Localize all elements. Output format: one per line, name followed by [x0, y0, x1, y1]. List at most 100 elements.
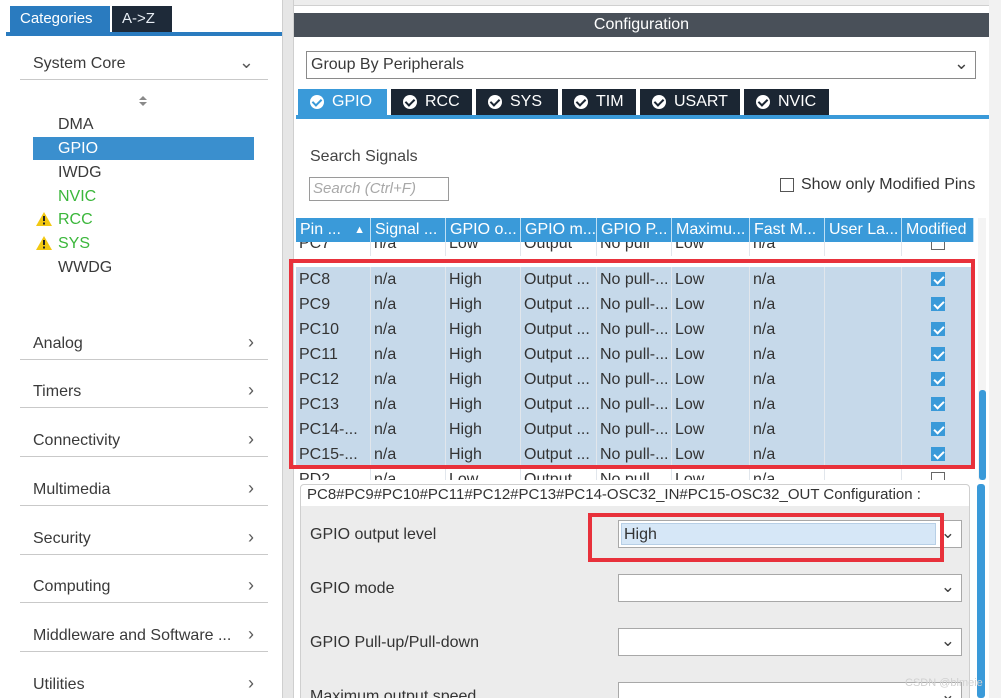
- field-dropdown-2[interactable]: ⌄: [618, 628, 962, 656]
- peripheral-item-rcc[interactable]: RCC: [33, 208, 254, 231]
- search-input[interactable]: Search (Ctrl+F): [309, 177, 449, 201]
- column-header-7[interactable]: User La...: [825, 218, 902, 242]
- column-header-8[interactable]: Modified: [902, 218, 974, 242]
- peripheral-item-sys[interactable]: SYS: [33, 232, 254, 255]
- category-label: System Core: [33, 55, 126, 72]
- peripheral-item-iwdg[interactable]: IWDG: [33, 161, 254, 184]
- field-dropdown-1[interactable]: ⌄: [618, 574, 962, 602]
- peripheral-item-nvic[interactable]: NVIC: [33, 185, 254, 208]
- cell-mode: Output ...: [521, 442, 597, 467]
- modified-checkbox[interactable]: [931, 347, 945, 361]
- modified-checkbox[interactable]: [931, 272, 945, 286]
- modified-checkbox[interactable]: [931, 372, 945, 386]
- column-header-label: Signal ...: [375, 221, 438, 238]
- table-row[interactable]: PC14-... n/a High Output ... No pull-... Low n…: [296, 417, 974, 442]
- category-multimedia[interactable]: Multimedia ›: [20, 478, 268, 506]
- column-header-2[interactable]: GPIO o...: [446, 218, 521, 242]
- category-middleware[interactable]: Middleware and Software ... ›: [20, 624, 268, 652]
- peripheral-item-wwdg[interactable]: WWDG: [33, 256, 254, 279]
- category-label: Multimedia: [33, 481, 111, 498]
- column-header-label: Pin ...: [300, 221, 341, 238]
- category-analog[interactable]: Analog ›: [20, 332, 268, 360]
- show-modified-label: Show only Modified Pins: [801, 176, 976, 193]
- check-circle-icon: [403, 95, 417, 109]
- cell-level: High: [446, 267, 521, 292]
- modified-checkbox[interactable]: [931, 422, 945, 436]
- sort-icon[interactable]: [136, 94, 150, 108]
- group-by-dropdown[interactable]: Group By Peripherals ⌄: [306, 51, 976, 79]
- cell-speed: Low: [672, 392, 750, 417]
- chevron-right-icon: ›: [248, 527, 254, 547]
- panel-splitter[interactable]: [282, 0, 294, 698]
- chevron-down-icon: ⌄: [940, 577, 955, 596]
- category-timers[interactable]: Timers ›: [20, 380, 268, 408]
- field-dropdown-0[interactable]: High ⌄: [618, 520, 962, 548]
- cell-pull: No pull-...: [597, 442, 672, 467]
- field-value: [621, 685, 623, 698]
- peripheral-item-gpio[interactable]: GPIO: [33, 137, 254, 160]
- check-circle-icon: [310, 95, 324, 109]
- category-label: Middleware and Software ...: [33, 627, 232, 644]
- category-connectivity[interactable]: Connectivity ›: [20, 429, 268, 457]
- cell-speed: Low: [672, 467, 750, 480]
- table-row[interactable]: PC10 n/a High Output ... No pull-... Low n/a: [296, 317, 974, 342]
- table-row[interactable]: PC7 n/a Low Output No pull Low n/a: [296, 242, 974, 256]
- modified-checkbox[interactable]: [931, 242, 945, 250]
- chevron-right-icon: ›: [248, 575, 254, 595]
- top-strip: [294, 0, 989, 6]
- column-header-label: GPIO m...: [525, 221, 597, 238]
- show-modified-checkbox[interactable]: [780, 178, 794, 192]
- column-header-3[interactable]: GPIO m...: [521, 218, 597, 242]
- table-row[interactable]: PC9 n/a High Output ... No pull-... Low n/a: [296, 292, 974, 317]
- column-header-1[interactable]: Signal ...: [371, 218, 446, 242]
- modified-checkbox[interactable]: [931, 472, 945, 480]
- tab-a-to-z[interactable]: A->Z: [112, 6, 172, 32]
- tab-sys[interactable]: SYS: [476, 89, 558, 115]
- column-header-4[interactable]: GPIO P...: [597, 218, 672, 242]
- cell-fast: n/a: [750, 242, 825, 256]
- modified-checkbox[interactable]: [931, 397, 945, 411]
- category-label: Timers: [33, 383, 82, 400]
- column-header-5[interactable]: Maximu...: [672, 218, 750, 242]
- modified-checkbox[interactable]: [931, 297, 945, 311]
- warning-icon: [36, 236, 52, 250]
- tab-usart[interactable]: USART: [640, 89, 740, 115]
- peripheral-label: SYS: [58, 235, 91, 252]
- tab-gpio[interactable]: GPIO: [298, 89, 387, 115]
- tab-nvic[interactable]: NVIC: [744, 89, 829, 115]
- column-header-label: GPIO o...: [450, 221, 517, 238]
- category-security[interactable]: Security ›: [20, 527, 268, 555]
- category-system-core[interactable]: System Core ⌄: [20, 52, 268, 80]
- cell-fast: n/a: [750, 442, 825, 467]
- chevron-down-icon: ⌄: [940, 631, 955, 650]
- cell-fast: n/a: [750, 392, 825, 417]
- modified-checkbox[interactable]: [931, 322, 945, 336]
- chevron-right-icon: ›: [248, 478, 254, 498]
- table-row[interactable]: PD2 n/a Low Output No pull Low n/a: [296, 467, 974, 480]
- category-computing[interactable]: Computing ›: [20, 575, 268, 603]
- column-header-6[interactable]: Fast M...: [750, 218, 825, 242]
- category-label: Computing: [33, 578, 111, 595]
- pin-configuration-title: PC8#PC9#PC10#PC11#PC12#PC13#PC14-OSC32_I…: [305, 486, 923, 503]
- tab-label: SYS: [510, 93, 543, 110]
- tab-categories[interactable]: Categories: [10, 6, 110, 32]
- table-row[interactable]: PC15-... n/a High Output ... No pull-... Low n…: [296, 442, 974, 467]
- cell-user: [825, 367, 902, 392]
- column-header-0[interactable]: Pin ... ▲: [296, 218, 371, 242]
- tab-rcc[interactable]: RCC: [391, 89, 472, 115]
- table-row[interactable]: PC12 n/a High Output ... No pull-... Low n/a: [296, 367, 974, 392]
- peripheral-item-dma[interactable]: DMA: [33, 113, 254, 136]
- cell-fast: n/a: [750, 342, 825, 367]
- table-row[interactable]: PC8 n/a High Output ... No pull-... Low n/a: [296, 267, 974, 292]
- config-scrollbar-thumb[interactable]: [977, 484, 985, 698]
- cell-user: [825, 467, 902, 480]
- cell-user: [825, 442, 902, 467]
- chevron-right-icon: ›: [248, 332, 254, 352]
- table-row[interactable]: PC11 n/a High Output ... No pull-... Low n/a: [296, 342, 974, 367]
- table-scrollbar-thumb[interactable]: [979, 390, 986, 480]
- chevron-right-icon: ›: [248, 673, 254, 693]
- category-utilities[interactable]: Utilities ›: [20, 673, 268, 698]
- tab-tim[interactable]: TIM: [562, 89, 636, 115]
- table-row[interactable]: PC13 n/a High Output ... No pull-... Low n/a: [296, 392, 974, 417]
- modified-checkbox[interactable]: [931, 447, 945, 461]
